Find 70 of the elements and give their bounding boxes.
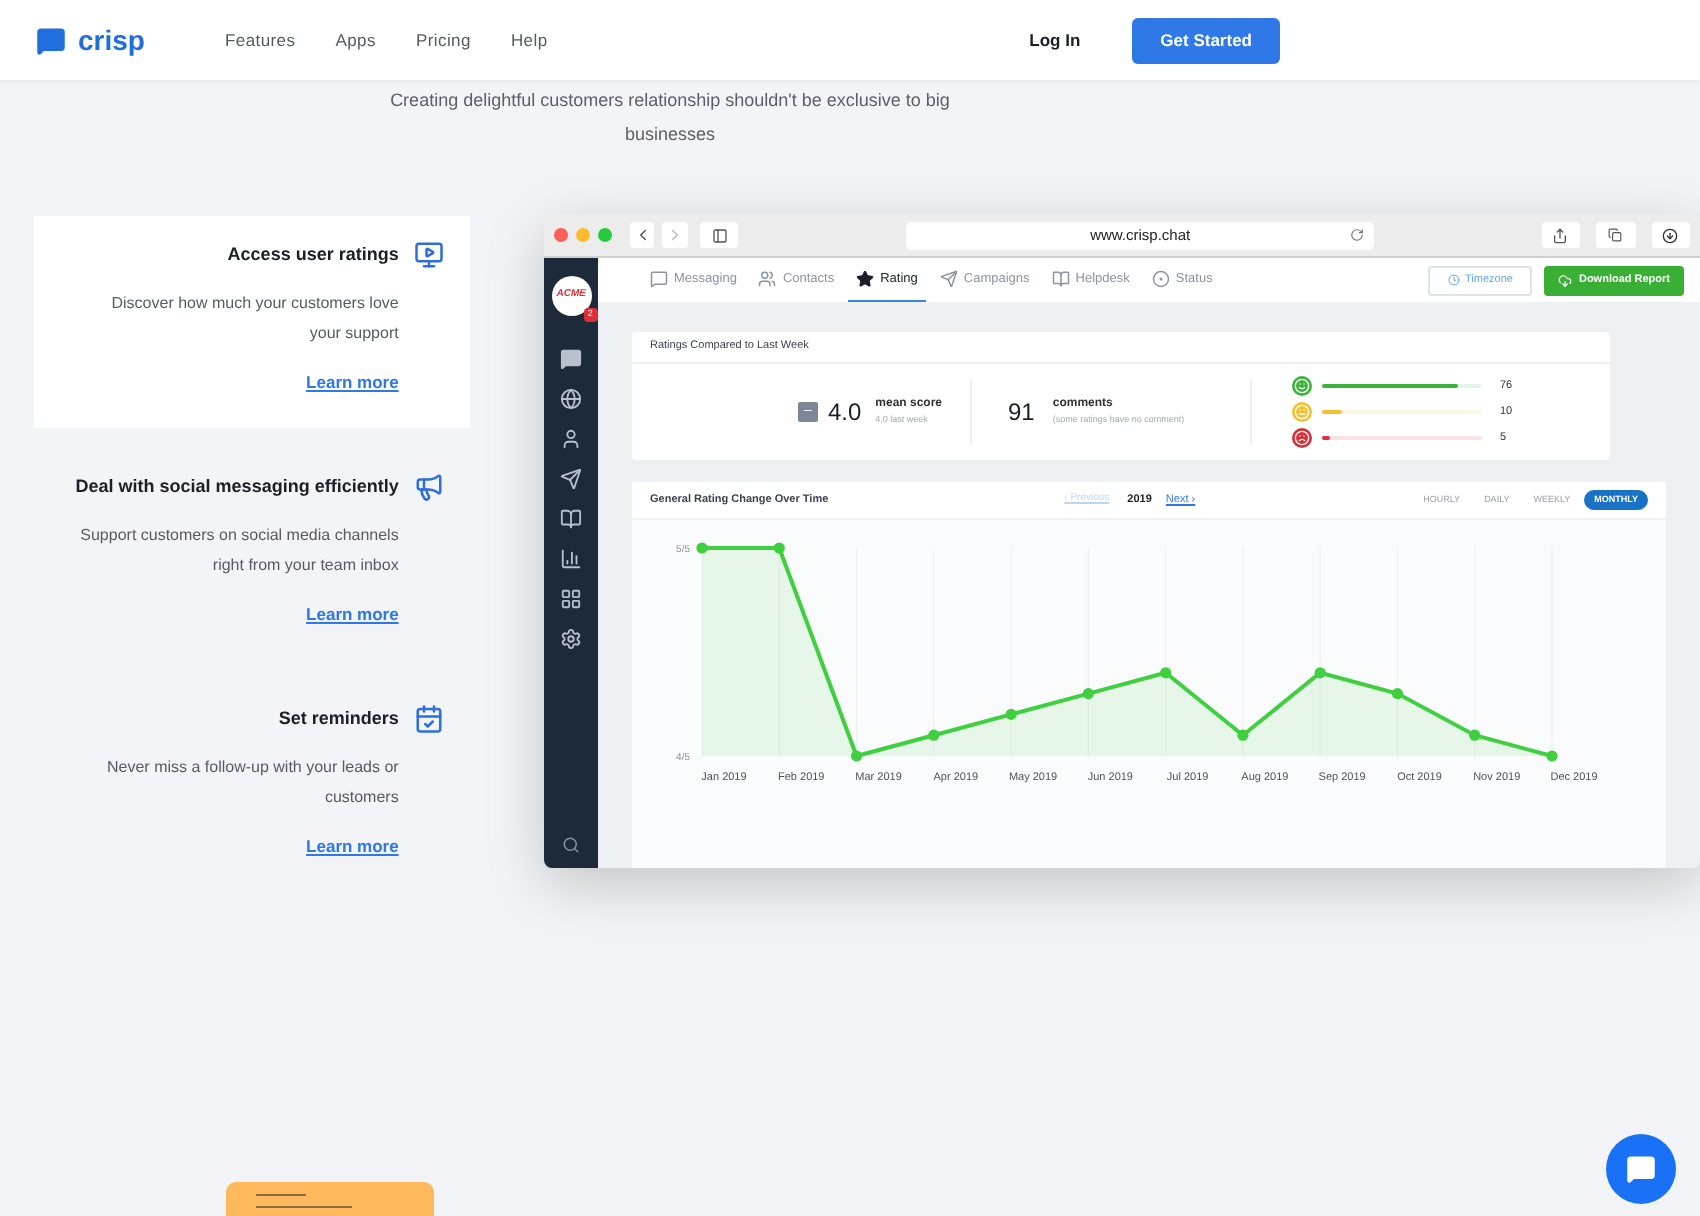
cloud-download-icon: [1558, 273, 1573, 287]
chart-point: [1546, 750, 1558, 762]
learn-more-link[interactable]: Learn more: [306, 834, 399, 860]
share-button[interactable]: [1541, 222, 1581, 248]
chart-point: [1160, 667, 1172, 679]
downloads-button[interactable]: [1651, 222, 1690, 248]
chart-point: [850, 750, 863, 762]
share-icon: [1552, 227, 1569, 243]
chart-point: [696, 542, 708, 554]
chat-icon: [1626, 1154, 1656, 1184]
neutral-face-icon: [1292, 402, 1312, 422]
star-icon: [856, 270, 875, 288]
tabs-icon: [1608, 228, 1623, 242]
globe-icon[interactable]: [560, 388, 583, 410]
feature-text: Support customers on social media channels right from your team inbox: [78, 524, 399, 578]
status-icon: [1151, 270, 1170, 288]
nav-link[interactable]: Help: [510, 27, 548, 53]
chart-point: [1005, 708, 1017, 720]
user-icon[interactable]: [560, 428, 583, 450]
settings-icon[interactable]: [560, 628, 583, 650]
feature-text: Never miss a follow-up with your leads or customers: [105, 756, 399, 810]
chart-point: [1237, 729, 1249, 741]
grid-icon[interactable]: [560, 588, 583, 610]
people-icon: [758, 270, 777, 288]
feature-card[interactable]: Deal with social messaging efficiently Support customers on social media channels right from your team inbox Learn more: [34, 448, 471, 660]
screen-icon: [414, 240, 445, 270]
comments-count: 91: [1008, 396, 1035, 430]
chart-point: [1391, 688, 1404, 700]
chart-point: [928, 729, 940, 741]
logo-icon: [34, 25, 68, 55]
logo[interactable]: crisp: [34, 19, 145, 61]
clock-icon: [1447, 274, 1460, 286]
feature-title: Deal with social messaging efficiently: [75, 473, 399, 500]
reload-icon: [1349, 228, 1364, 242]
learn-more-link[interactable]: Learn more: [306, 602, 399, 628]
chat-button[interactable]: [1606, 1134, 1676, 1204]
feature-text: Discover how much your customers love your support: [109, 292, 399, 346]
chart-point: [773, 542, 785, 554]
get-started-button[interactable]: Get Started: [1132, 17, 1280, 63]
book-icon: [1051, 270, 1070, 288]
search-icon[interactable]: [562, 836, 581, 854]
sidebar-icon: [711, 227, 728, 243]
mean-score: 4.0: [827, 396, 862, 430]
sidebar-button[interactable]: [700, 222, 739, 248]
book-icon[interactable]: [560, 508, 583, 530]
chart-icon[interactable]: [560, 548, 583, 570]
hero-subtitle: Creating delightful customers relationship shouldn't be exclusive to big businesses: [388, 88, 952, 148]
chart-point: [1314, 667, 1326, 679]
megaphone-icon: [414, 472, 445, 502]
learn-more-link[interactable]: Learn more: [306, 370, 399, 396]
chart-point: [1469, 729, 1481, 741]
chat-icon[interactable]: [560, 348, 583, 370]
nav-link[interactable]: Apps: [335, 27, 376, 53]
feature-card[interactable]: Access user ratings Discover how much your customers love your support Learn more: [34, 216, 471, 428]
sad-face-icon: [1292, 428, 1312, 448]
chat-icon: [650, 270, 668, 288]
feature-card[interactable]: Set reminders Never miss a follow-up with your leads or customers Learn more: [34, 680, 471, 892]
back-button[interactable]: [629, 222, 655, 248]
login-link[interactable]: Log In: [1029, 27, 1081, 53]
tabs-button[interactable]: [1596, 222, 1636, 248]
send-icon[interactable]: [560, 468, 583, 490]
feature-title: Access user ratings: [227, 241, 399, 268]
download-icon: [1662, 227, 1679, 243]
nav-link[interactable]: Features: [224, 27, 296, 53]
calendar-icon: [414, 704, 445, 734]
chart-point: [1082, 688, 1094, 700]
happy-face-icon: [1292, 376, 1312, 396]
nav-link[interactable]: Pricing: [415, 27, 471, 53]
feature-title: Set reminders: [278, 705, 399, 732]
send-icon: [939, 270, 958, 288]
